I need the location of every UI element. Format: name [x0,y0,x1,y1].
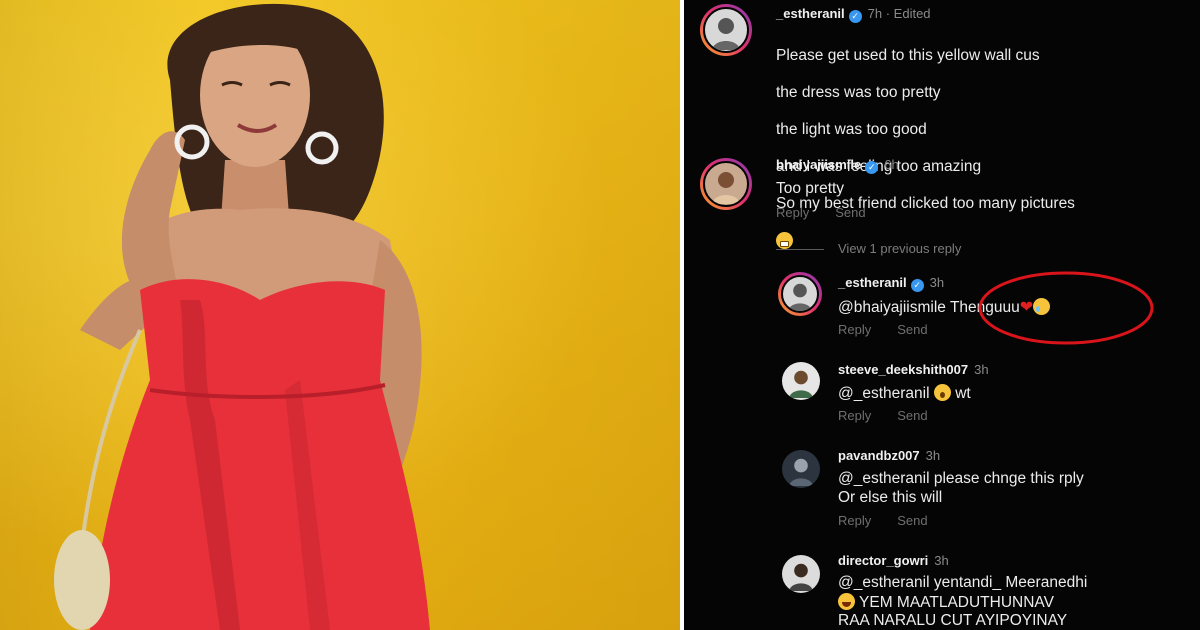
avatar[interactable] [782,450,820,488]
astonished-face-icon [933,384,951,401]
send-button[interactable]: Send [897,513,927,528]
timestamp: 6h [884,157,899,172]
avatar-image [703,7,749,53]
reply-button[interactable]: Reply [838,408,871,423]
timestamp: 3h [934,553,949,568]
avatar[interactable] [700,158,752,210]
comment-meta: director_gowri 3h [838,553,949,568]
comment-actions: Reply Send [838,408,954,423]
username[interactable]: bhaiyajiismile [776,157,861,172]
comment-actions: Reply Send [838,322,954,337]
avatar-image [789,370,813,398]
view-replies-label: View 1 previous reply [838,241,962,256]
mention[interactable]: @bhaiyajiismile [838,299,946,316]
timestamp: 3h [929,275,945,290]
comment-text: @_estheranil yentandi_ Meeranedhi YEM MA… [838,574,1087,630]
comments-panel: _estheranil ✓ 7h · Edited Please get used … [684,0,1200,630]
comment-line: Please get used to this yellow wall cus [776,46,1040,64]
username[interactable]: pavandbz007 [838,448,920,463]
reply-suffix: wt [955,385,971,402]
comment-actions: Reply Send [838,513,954,528]
red-heart-icon: ❤ [1019,299,1034,316]
comment-meta: bhaiyajiismile ✓ 6h [776,157,899,174]
comment-meta: _estheranil ✓ 7h · Edited [776,6,931,23]
comment-meta: pavandbz007 3h [838,448,940,463]
comment-line: the dress was too pretty [776,83,941,101]
comment-text: @bhaiyajiismile Thenguuu❤ [838,298,1051,318]
verified-badge-icon: ✓ [848,10,862,23]
reply-button[interactable]: Reply [776,205,809,220]
comment-text: Too pretty [776,180,845,197]
timestamp: 7h · Edited [867,6,931,21]
comment-actions: Reply Send [776,205,892,220]
avatar-image [789,563,813,591]
verified-badge-icon: ✓ [865,161,879,174]
comment-line: the light was too good [776,120,927,138]
avatar-image [789,458,813,486]
verified-badge-icon: ✓ [910,279,924,292]
reply-button[interactable]: Reply [838,513,871,528]
crying-face-icon [1033,298,1051,315]
username[interactable]: _estheranil [838,275,907,290]
username[interactable]: steeve_deekshith007 [838,362,968,377]
avatar-image [781,275,819,313]
send-button[interactable]: Send [897,408,927,423]
mention[interactable]: @_estheranil [838,385,930,402]
comment-text: @_estheranil please chnge this rply Or e… [838,470,1084,507]
comment-text: Please get used to this yellow wall cus … [776,28,1075,270]
comment-line: @_estheranil yentandi_ Meeranedhi [838,574,1088,591]
tears-of-joy-face-icon [838,592,855,610]
reply-button[interactable]: Reply [838,322,871,337]
reply-text: Thenguuu [949,299,1020,316]
avatar[interactable] [782,555,820,593]
comment-meta: steeve_deekshith007 3h [838,362,989,377]
comment-line: Or else this will [838,488,943,506]
avatar[interactable] [782,362,820,400]
username[interactable]: director_gowri [838,553,928,568]
send-button[interactable]: Send [835,205,865,220]
comment-line: RAA NARALU CUT AYIPOYINAY [838,612,1068,629]
view-previous-replies[interactable]: View 1 previous reply [776,241,961,256]
comment-meta: _estheranil ✓ 3h [838,275,944,292]
username[interactable]: _estheranil [776,6,845,21]
comment-line: YEM MAATLADUTHUNNAV [859,593,1054,611]
timestamp: 3h [925,448,941,463]
timestamp: 3h [974,362,989,377]
avatar[interactable] [700,4,752,56]
avatar-image [703,161,749,207]
comment-line: @_estheranil please chnge this rply [838,470,1084,487]
post-photo [0,0,680,630]
send-button[interactable]: Send [897,322,927,337]
divider-line [776,249,824,251]
avatar[interactable] [778,272,822,316]
comment-text: @_estheranil wt [838,384,971,404]
woman-in-red-dress-illustration [54,3,430,630]
